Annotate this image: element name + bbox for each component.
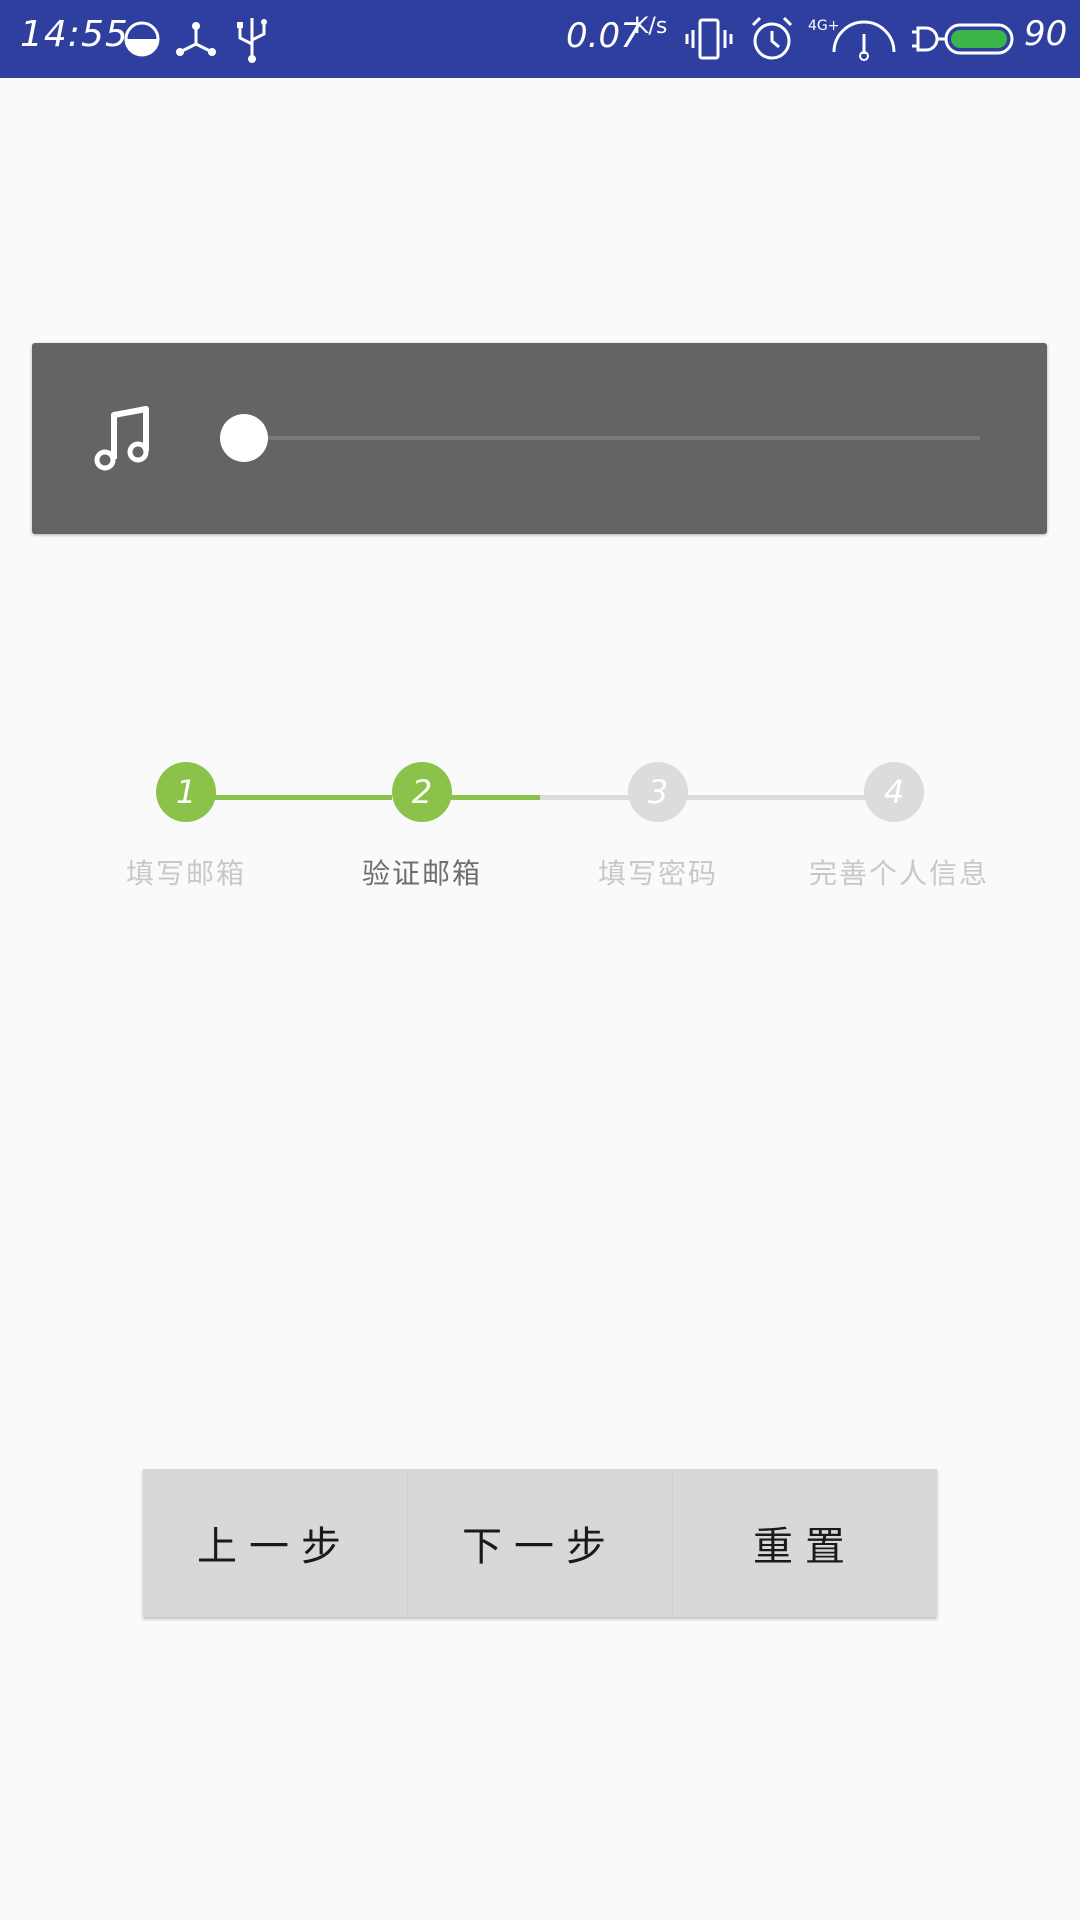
seek-bar-track[interactable] [250, 436, 980, 440]
alarm-icon [751, 16, 793, 60]
step-indicator: 1 2 3 4 填写邮箱 验证邮箱 填写密码 完善个人信息 [0, 760, 1080, 900]
step-circle-2: 2 [392, 762, 452, 822]
seek-bar-thumb[interactable] [220, 414, 268, 462]
step-connector-1-2 [186, 795, 392, 800]
step-connector-3-4 [660, 795, 866, 800]
step-label-3: 填写密码 [597, 857, 718, 890]
vibrate-icon [685, 18, 733, 60]
battery-level: 90 [1024, 14, 1068, 54]
step-button-group: 上一步 下一步 重置 [143, 1469, 937, 1617]
step-connector-2-3 [540, 795, 630, 800]
step-label-4: 完善个人信息 [808, 857, 989, 890]
music-player-card [32, 343, 1047, 534]
data-saver-icon [124, 21, 160, 57]
step-label-2: 验证邮箱 [361, 857, 482, 890]
reset-button[interactable]: 重置 [673, 1469, 937, 1617]
share-icon [176, 22, 216, 56]
status-time: 14:55 [20, 14, 129, 55]
step-circle-1: 1 [156, 762, 216, 822]
usb-icon [237, 18, 267, 63]
signal-icon: 4G+ [808, 18, 896, 61]
net-speed: 0.07 [566, 16, 642, 56]
step-circle-4: 4 [864, 762, 924, 822]
prev-step-button[interactable]: 上一步 [143, 1469, 408, 1617]
next-step-button[interactable]: 下一步 [408, 1469, 673, 1617]
svg-text:4G+: 4G+ [808, 18, 840, 34]
battery-icon [912, 23, 1014, 55]
status-bar: 14:55 0.07 K/s 4G+ 90 [0, 0, 1080, 78]
music-note-icon [94, 406, 149, 471]
step-label-1: 填写邮箱 [125, 857, 246, 890]
step-circle-3: 3 [628, 762, 688, 822]
net-speed-unit: K/s [634, 14, 668, 39]
